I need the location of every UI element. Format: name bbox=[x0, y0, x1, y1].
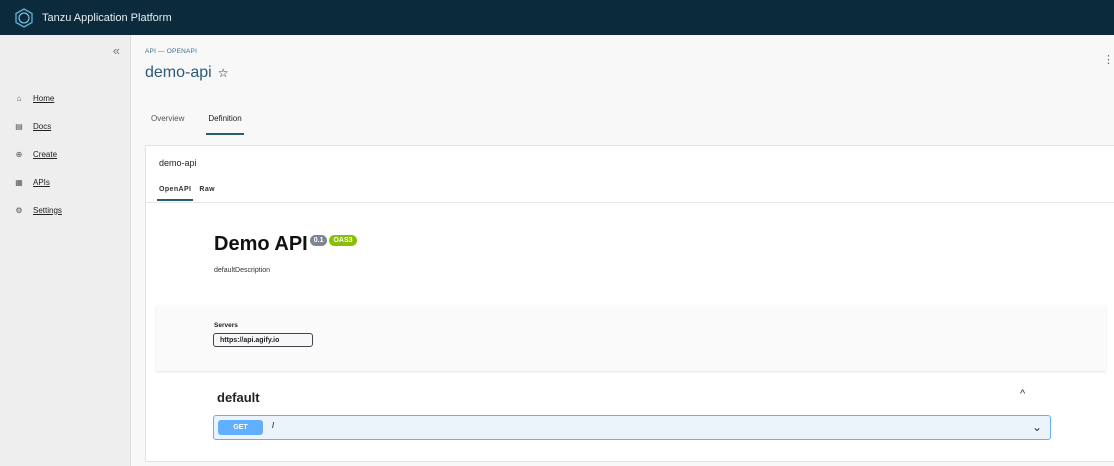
api-description: defaultDescription bbox=[214, 267, 271, 274]
tab-openapi[interactable]: OpenAPI bbox=[157, 186, 194, 201]
sidebar-item-label: Home bbox=[33, 93, 55, 103]
settings-icon: ⚙ bbox=[15, 205, 23, 215]
tab-overview[interactable]: Overview bbox=[151, 114, 184, 135]
collapse-sidebar-icon[interactable]: « bbox=[113, 43, 120, 58]
servers-section: Servers https://api.agify.io bbox=[156, 305, 1106, 371]
server-select[interactable]: https://api.agify.io bbox=[213, 333, 313, 347]
page-title-row: demo-api ☆ bbox=[145, 64, 228, 82]
sidebar-item-label: APIs bbox=[33, 177, 50, 187]
operation-group-title[interactable]: default bbox=[217, 390, 260, 405]
operation-path: / bbox=[272, 421, 275, 430]
oas-badge: OAS3 bbox=[329, 235, 357, 246]
version-badge: 0.1 bbox=[309, 235, 328, 246]
method-badge: GET bbox=[218, 420, 263, 435]
top-bar: Tanzu Application Platform bbox=[0, 0, 1114, 35]
tanzu-logo-icon[interactable] bbox=[14, 7, 34, 28]
docs-icon: ▤ bbox=[15, 121, 23, 131]
operation-get-root[interactable]: GET / ⌄ bbox=[213, 415, 1051, 440]
definition-subtabs: OpenAPI Raw bbox=[157, 186, 221, 201]
home-icon: ⌂ bbox=[16, 93, 22, 103]
sidebar-item-settings[interactable]: ⚙ Settings bbox=[14, 196, 62, 224]
app-title[interactable]: Tanzu Application Platform bbox=[42, 12, 172, 24]
api-title-row: Demo API 0.1 OAS3 bbox=[214, 233, 357, 256]
sidebar-item-label: Create bbox=[33, 149, 58, 159]
sidebar-nav: ⌂ Home ▤ Docs ⊕ Create ▦ APIs ⚙ Settings bbox=[14, 84, 62, 224]
sidebar-item-home[interactable]: ⌂ Home bbox=[14, 84, 62, 112]
servers-label: Servers bbox=[214, 322, 238, 329]
create-icon: ⊕ bbox=[15, 149, 23, 159]
divider bbox=[146, 202, 1114, 203]
main-content: API — OPENAPI demo-api ☆ ⋮ Overview Defi… bbox=[131, 35, 1114, 466]
card-title: demo-api bbox=[159, 158, 197, 168]
chevron-up-icon[interactable]: ^ bbox=[1020, 388, 1025, 400]
sidebar: « ⌂ Home ▤ Docs ⊕ Create ▦ APIs ⚙ Settin… bbox=[0, 35, 131, 466]
apis-icon: ▦ bbox=[15, 177, 23, 187]
sidebar-item-label: Settings bbox=[33, 205, 62, 215]
tab-bar: Overview Definition bbox=[151, 114, 266, 135]
sidebar-item-docs[interactable]: ▤ Docs bbox=[14, 112, 62, 140]
sidebar-item-apis[interactable]: ▦ APIs bbox=[14, 168, 62, 196]
sidebar-item-create[interactable]: ⊕ Create bbox=[14, 140, 62, 168]
sidebar-item-label: Docs bbox=[33, 121, 52, 131]
tab-raw[interactable]: Raw bbox=[197, 186, 217, 201]
api-title: Demo API bbox=[214, 233, 308, 255]
more-options-icon[interactable]: ⋮ bbox=[1103, 53, 1114, 66]
tab-definition[interactable]: Definition bbox=[206, 114, 244, 135]
star-icon[interactable]: ☆ bbox=[218, 66, 229, 80]
definition-card: demo-api OpenAPI Raw Demo API 0.1 OAS3 d… bbox=[145, 145, 1114, 462]
chevron-down-icon[interactable]: ⌄ bbox=[1032, 420, 1042, 434]
page-title: demo-api bbox=[145, 64, 212, 81]
breadcrumb: API — OPENAPI bbox=[145, 48, 198, 55]
